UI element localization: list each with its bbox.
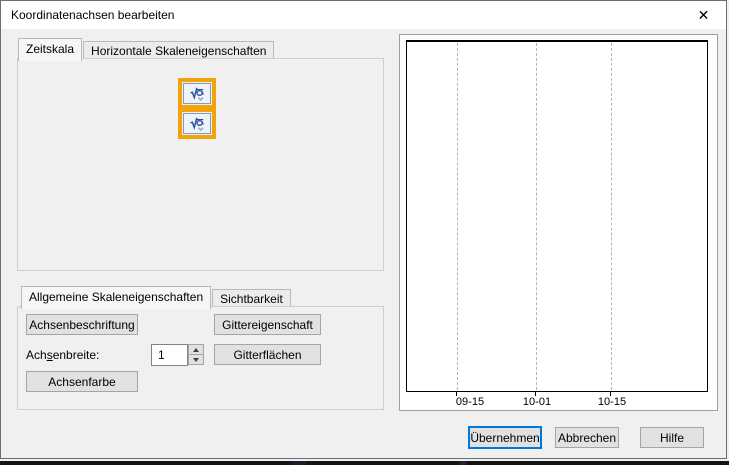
x-axis-label: 10-15	[598, 396, 626, 408]
startdatum-datepicker-button[interactable]	[183, 83, 211, 104]
date-formula-icon	[189, 116, 205, 132]
chart-gridline	[611, 43, 612, 390]
gittereigenschaft-button[interactable]: Gittereigenschaft	[214, 314, 321, 335]
achsenbeschriftung-button[interactable]: Achsenbeschriftung	[26, 314, 138, 335]
chart-plot-area	[406, 40, 708, 392]
x-axis-label: 09-15	[456, 396, 484, 408]
achsenfarbe-button[interactable]: Achsenfarbe	[26, 371, 138, 392]
hilfe-button[interactable]: Hilfe	[640, 427, 704, 448]
arrow-up-icon	[193, 348, 199, 352]
chart-gridline	[536, 43, 537, 390]
tab-zeitskala[interactable]: Zeitskala	[18, 38, 82, 61]
achsenbreite-stepper	[188, 344, 204, 365]
abbrechen-button[interactable]: Abbrechen	[555, 427, 619, 448]
titlebar[interactable]: Koordinatenachsen bearbeiten ✕	[1, 1, 726, 29]
dialog-koordinatenachsen: Koordinatenachsen bearbeiten ✕ Zeitskala…	[0, 0, 727, 459]
enddatum-datepicker-button[interactable]	[183, 113, 211, 134]
uebernehmen-button[interactable]: Übernehmen	[468, 426, 542, 449]
chart-gridline	[457, 43, 458, 390]
tab-allgemeine-skaleneigenschaften[interactable]: Allgemeine Skaleneigenschaften	[21, 286, 211, 309]
close-icon[interactable]: ✕	[681, 1, 726, 29]
screen: Koordinatenachsen bearbeiten ✕ Zeitskala…	[0, 0, 729, 465]
gitterflaechen-button[interactable]: Gitterflächen	[214, 344, 321, 365]
arrow-down-icon	[193, 358, 199, 362]
chart-preview-panel: 09-15 10-01 10-15	[399, 34, 718, 411]
achsenbreite-label: Achsenbreite:	[26, 348, 99, 362]
window-title: Koordinatenachsen bearbeiten	[11, 8, 174, 22]
x-axis-label: 10-01	[523, 396, 551, 408]
date-formula-icon	[189, 86, 205, 102]
achsenbreite-input[interactable]	[151, 344, 188, 366]
stepper-down-button[interactable]	[188, 354, 204, 365]
taskbar-sliver	[0, 461, 729, 465]
